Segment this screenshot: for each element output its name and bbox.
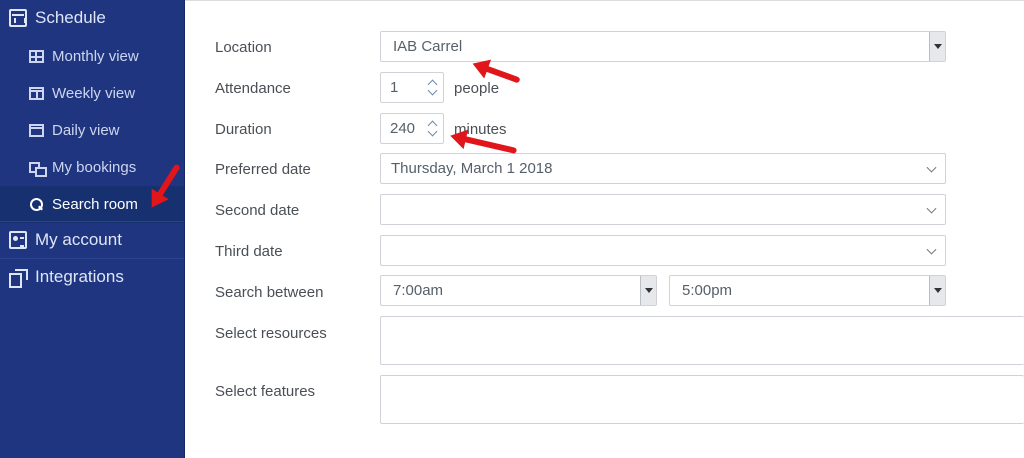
chevron-down-icon: [926, 244, 937, 255]
duration-value: 240: [390, 120, 416, 137]
select-resources-input[interactable]: [380, 316, 1024, 365]
select-features-input[interactable]: [380, 375, 1024, 424]
main-top-border: [185, 0, 1024, 1]
sidebar: Schedule Monthly view Weekly view Daily …: [0, 0, 185, 458]
preferred-date-label: Preferred date: [215, 161, 311, 178]
end-time-select[interactable]: 5:00pm: [669, 275, 946, 306]
bookings-icon: [29, 161, 47, 177]
start-time-value: 7:00am: [393, 282, 444, 299]
duration-label: Duration: [215, 121, 272, 138]
start-time-dropdown-button[interactable]: [640, 276, 656, 305]
location-value: IAB Carrel: [393, 38, 463, 55]
third-date-label: Third date: [215, 243, 283, 260]
calendar-icon: [9, 9, 27, 27]
end-time-dropdown-button[interactable]: [929, 276, 945, 305]
sidebar-item-label: Monthly view: [52, 48, 139, 65]
preferred-date-select[interactable]: Thursday, March 1 2018: [380, 153, 946, 184]
integrations-icon: [9, 268, 28, 288]
sidebar-item-label: My bookings: [52, 159, 137, 176]
preferred-date-value: Thursday, March 1 2018: [391, 160, 553, 177]
sidebar-item-my-bookings[interactable]: My bookings: [0, 149, 184, 186]
chevron-down-icon: [926, 162, 937, 173]
nav-my-account-label: My account: [35, 230, 122, 249]
caret-down-icon: [933, 44, 942, 49]
nav-schedule[interactable]: Schedule: [0, 0, 184, 36]
search-between-label: Search between: [215, 284, 324, 301]
chevron-down-icon: [926, 203, 937, 214]
end-time-value: 5:00pm: [682, 282, 733, 299]
select-features-label: Select features: [215, 383, 316, 400]
attendance-unit: people: [454, 80, 500, 97]
nav-schedule-label: Schedule: [35, 8, 106, 27]
third-date-select[interactable]: [380, 235, 946, 266]
id-card-icon: [9, 231, 27, 249]
spinner-icon[interactable]: [427, 78, 439, 98]
caret-down-icon: [644, 288, 653, 293]
sidebar-item-daily-view[interactable]: Daily view: [0, 112, 184, 149]
location-select[interactable]: IAB Carrel: [380, 31, 946, 62]
duration-stepper[interactable]: 240: [380, 113, 444, 144]
week-columns-icon: [29, 87, 44, 100]
spinner-icon[interactable]: [427, 119, 439, 139]
sidebar-item-label: Daily view: [52, 122, 120, 139]
select-resources-label: Select resources: [215, 325, 327, 342]
sidebar-item-weekly-view[interactable]: Weekly view: [0, 75, 184, 112]
sidebar-item-label: Search room: [52, 196, 138, 213]
location-label: Location: [215, 39, 272, 56]
attendance-label: Attendance: [215, 80, 291, 97]
day-window-icon: [29, 124, 44, 137]
location-dropdown-button[interactable]: [929, 32, 945, 61]
second-date-label: Second date: [215, 202, 300, 219]
second-date-select[interactable]: [380, 194, 946, 225]
nav-integrations-label: Integrations: [35, 267, 124, 286]
attendance-value: 1: [390, 79, 399, 96]
search-icon: [29, 198, 44, 211]
caret-down-icon: [933, 288, 942, 293]
sidebar-item-label: Weekly view: [52, 85, 136, 102]
attendance-stepper[interactable]: 1: [380, 72, 444, 103]
nav-integrations[interactable]: Integrations: [0, 258, 184, 295]
sidebar-item-monthly-view[interactable]: Monthly view: [0, 38, 184, 75]
start-time-select[interactable]: 7:00am: [380, 275, 657, 306]
month-grid-icon: [29, 50, 44, 63]
nav-my-account[interactable]: My account: [0, 221, 184, 258]
